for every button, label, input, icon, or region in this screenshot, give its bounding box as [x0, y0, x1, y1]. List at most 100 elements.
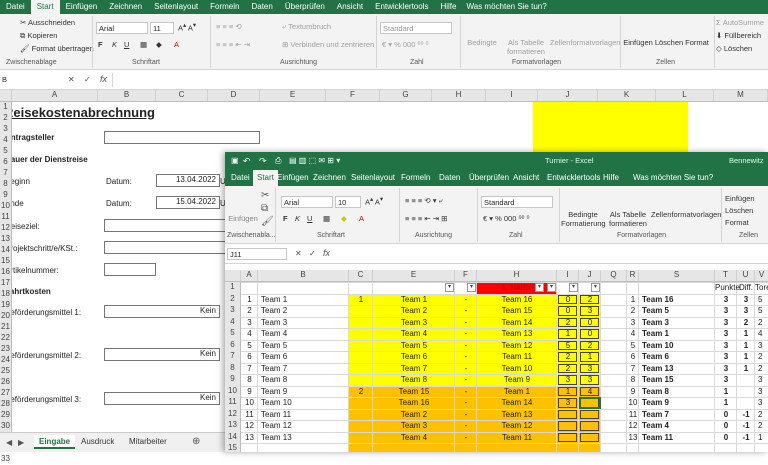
front-function-icon[interactable]: fx: [323, 248, 330, 258]
cell-S-11[interactable]: Team 9: [642, 398, 718, 407]
back-row-11[interactable]: 11: [0, 212, 11, 223]
cell-J-4[interactable]: 0: [579, 318, 601, 327]
front-row-13[interactable]: 13: [225, 420, 240, 432]
front-delete-button[interactable]: Löschen: [725, 206, 753, 215]
front-tab-10[interactable]: Hilfe: [603, 170, 619, 186]
cell-U-2[interactable]: 3: [737, 295, 755, 304]
cell-F-11[interactable]: -: [455, 398, 477, 407]
format-as-table-button[interactable]: Als Tabelle formatieren: [506, 38, 546, 56]
cell-E-4[interactable]: Team 3: [373, 318, 455, 327]
delete-cells-button[interactable]: Löschen: [654, 38, 684, 47]
cell-T-8[interactable]: 3: [715, 364, 737, 373]
filter-dropdown-icon[interactable]: ▾: [535, 283, 544, 292]
front-font-color-button[interactable]: A: [359, 214, 364, 223]
cell-A-9[interactable]: 8: [241, 375, 258, 384]
cell-T-5[interactable]: 3: [715, 329, 737, 338]
cell-B-13[interactable]: Team 12: [261, 421, 352, 430]
front-underline-button[interactable]: U: [307, 214, 312, 223]
front-font-name-select[interactable]: Arial: [281, 196, 333, 208]
cell-J-5[interactable]: 0: [579, 329, 601, 338]
cell-E-14[interactable]: Team 4: [373, 433, 455, 442]
cell-E-8[interactable]: Team 7: [373, 364, 455, 373]
front-col-C[interactable]: C: [349, 270, 373, 281]
cell-A-3[interactable]: 2: [241, 306, 258, 315]
back-row-33[interactable]: 33: [0, 454, 11, 465]
cell-I-4[interactable]: 2: [557, 318, 579, 327]
cell-I-6[interactable]: 5: [557, 341, 579, 350]
conditional-format-button[interactable]: Bedingte: [464, 38, 500, 47]
back-row-1[interactable]: 1: [0, 102, 11, 113]
cell-J-2[interactable]: 2: [579, 295, 601, 304]
cell-styles-button[interactable]: Zellenformatvorlagen: [550, 38, 620, 47]
format-painter-button[interactable]: 🖌 Format übertragen: [20, 44, 94, 53]
number-format-buttons[interactable]: € ▾ % 000 ⁰⁰ ⁰: [382, 40, 429, 49]
front-col-S[interactable]: S: [639, 270, 715, 281]
back-tab-7[interactable]: Überprüfen: [279, 0, 331, 14]
cell-R-13[interactable]: 12: [627, 421, 639, 430]
cell-F-2[interactable]: -: [455, 295, 477, 304]
fill-color-button[interactable]: ◆: [156, 40, 162, 49]
cell-H-2[interactable]: Team 16: [477, 295, 557, 304]
cell-R-4[interactable]: 3: [627, 318, 639, 327]
cell-R-8[interactable]: 7: [627, 364, 639, 373]
cell-B-8[interactable]: Team 7: [261, 364, 352, 373]
cell-E-2[interactable]: Team 1: [373, 295, 455, 304]
front-col-Q[interactable]: Q: [601, 270, 627, 281]
back-tab-10[interactable]: Hilfe: [434, 0, 462, 14]
back-row-29[interactable]: 29: [0, 410, 11, 421]
back-row-8[interactable]: 8: [0, 179, 11, 190]
score-box-J-13[interactable]: [580, 432, 599, 442]
front-select-all-corner[interactable]: [225, 270, 241, 281]
cell-H-7[interactable]: Team 11: [477, 352, 557, 361]
cell-S-3[interactable]: Team 5: [642, 306, 718, 315]
cell-E-7[interactable]: Team 6: [373, 352, 455, 361]
back-row-3[interactable]: 3: [0, 124, 11, 135]
front-row-3[interactable]: 3: [225, 305, 240, 317]
cell-U-6[interactable]: 1: [737, 341, 755, 350]
cell-A-12[interactable]: 11: [241, 410, 258, 419]
front-row-14[interactable]: 14: [225, 432, 240, 444]
cell-F-3[interactable]: -: [455, 306, 477, 315]
cell-S-7[interactable]: Team 6: [642, 352, 718, 361]
cell-H-3[interactable]: Team 15: [477, 306, 557, 315]
back-row-30[interactable]: 30: [0, 421, 11, 432]
front-row-2[interactable]: 2: [225, 294, 240, 306]
add-sheet-icon[interactable]: ⊕: [192, 437, 200, 447]
back-row-2[interactable]: 2: [0, 113, 11, 124]
cell-B-12[interactable]: Team 11: [261, 410, 352, 419]
back-col-A[interactable]: A: [12, 90, 98, 101]
back-row-24[interactable]: 24: [0, 355, 11, 366]
sheet-tab-ausdruck[interactable]: Ausdruck: [76, 435, 119, 449]
enter-icon[interactable]: ✓: [84, 75, 91, 85]
cell-V-14[interactable]: 1: [758, 433, 768, 442]
front-col-E[interactable]: E: [373, 270, 455, 281]
cell-J-3[interactable]: 3: [579, 306, 601, 315]
cell-H-13[interactable]: Team 12: [477, 421, 557, 430]
cell-V-13[interactable]: 2: [758, 421, 768, 430]
font-color-button[interactable]: A: [174, 40, 179, 49]
filter-dropdown-icon[interactable]: ▾: [591, 283, 600, 292]
cell-F-4[interactable]: -: [455, 318, 477, 327]
front-col-B[interactable]: B: [258, 270, 349, 281]
cell-R-5[interactable]: 4: [627, 329, 639, 338]
cell-B-3[interactable]: Team 2: [261, 306, 352, 315]
cell-B-7[interactable]: Team 6: [261, 352, 352, 361]
cell-V-6[interactable]: 3: [758, 341, 768, 350]
cell-S-4[interactable]: Team 3: [642, 318, 718, 327]
cell-V-12[interactable]: 2: [758, 410, 768, 419]
beginn-date-input[interactable]: 13.04.2022: [156, 174, 220, 187]
cell-V-5[interactable]: 4: [758, 329, 768, 338]
cell-S-13[interactable]: Team 4: [642, 421, 718, 430]
front-tab-5[interactable]: Formeln: [401, 170, 430, 186]
cell-S-5[interactable]: Team 1: [642, 329, 718, 338]
cell-U-5[interactable]: 1: [737, 329, 755, 338]
front-row-15[interactable]: 15: [225, 443, 240, 452]
insert-cells-button[interactable]: Einfügen: [622, 38, 654, 47]
front-tab-6[interactable]: Daten: [439, 170, 460, 186]
front-name-box[interactable]: J11: [227, 248, 287, 260]
cell-R-3[interactable]: 2: [627, 306, 639, 315]
front-row-5[interactable]: 5: [225, 328, 240, 340]
projekt-input[interactable]: [104, 241, 234, 254]
cell-E-12[interactable]: Team 2: [373, 410, 455, 419]
cell-B-5[interactable]: Team 4: [261, 329, 352, 338]
